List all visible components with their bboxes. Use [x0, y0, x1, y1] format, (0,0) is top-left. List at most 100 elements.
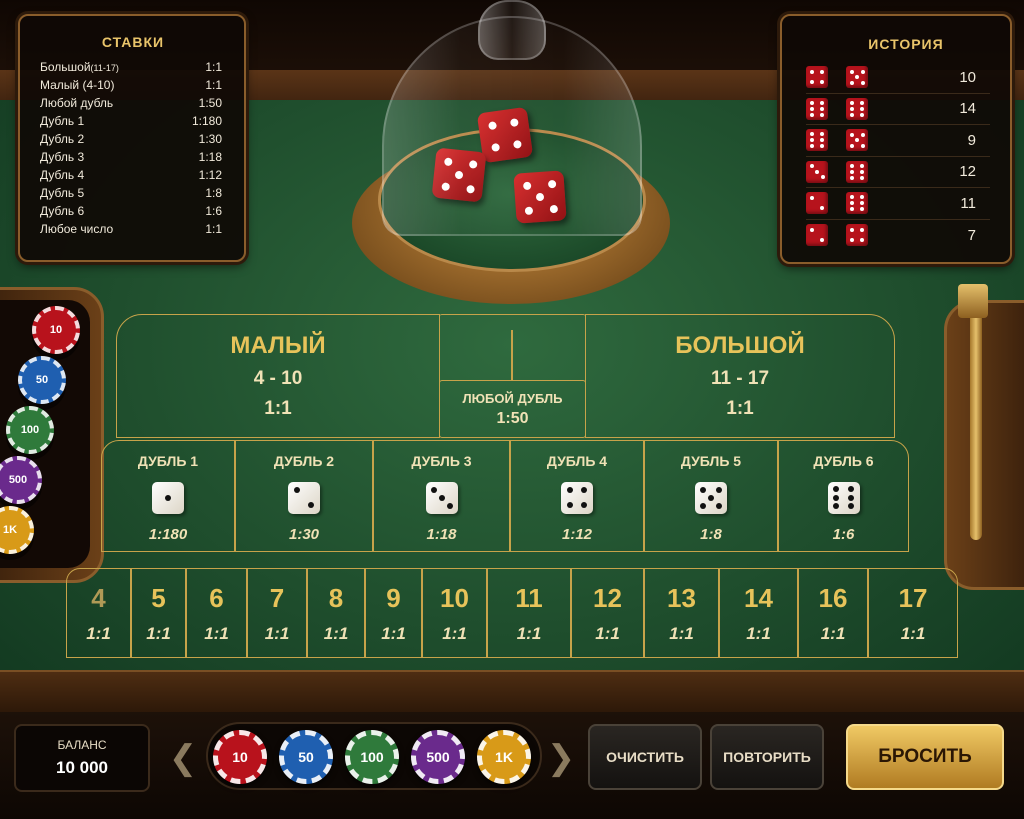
white-die-icon	[827, 481, 860, 514]
bet-double-1[interactable]: ДУБЛЬ 1 1:180	[101, 440, 235, 552]
double-label: ДУБЛЬ 4	[546, 453, 608, 469]
stake-row: Любое число 1:1	[40, 220, 222, 238]
lever-stick	[970, 300, 982, 540]
bet-small-title: МАЛЫЙ	[230, 332, 326, 359]
sum-number: 17	[898, 582, 928, 613]
stake-row: Любой дубль 1:50	[40, 94, 222, 112]
chip-stack-100[interactable]: 100	[6, 406, 54, 454]
chip-10-button[interactable]: 10	[213, 730, 267, 784]
stake-odds: 1:18	[198, 150, 222, 164]
bet-sum-16[interactable]: 16 1:1	[798, 568, 868, 658]
chip-500-button[interactable]: 500	[411, 730, 465, 784]
sum-number: 9	[386, 582, 401, 613]
bet-sum-12[interactable]: 12 1:1	[571, 568, 644, 658]
any-double-top	[439, 314, 586, 384]
repeat-button[interactable]: ПОВТОРИТЬ	[710, 724, 824, 790]
red-die-icon	[806, 224, 828, 247]
chip-stack-10[interactable]: 10	[32, 306, 80, 354]
history-total: 9	[967, 131, 976, 149]
history-panel: ИСТОРИЯ 10 14 9 12 11 7	[780, 14, 1012, 264]
stake-odds: 1:30	[198, 132, 222, 146]
double-odds: 1:6	[832, 526, 855, 543]
sum-number: 13	[667, 582, 696, 613]
chip-50-button[interactable]: 50	[279, 730, 333, 784]
history-total: 14	[959, 100, 976, 118]
red-die-icon	[806, 160, 828, 183]
table-edge	[0, 670, 1024, 715]
sum-odds: 1:1	[820, 623, 846, 643]
bet-small[interactable]: МАЛЫЙ 4 - 10 1:1	[116, 314, 440, 438]
bet-small-odds: 1:1	[264, 398, 292, 419]
roll-button[interactable]: БРОСИТЬ	[846, 724, 1004, 790]
bet-double-2[interactable]: ДУБЛЬ 2 1:30	[235, 440, 373, 552]
red-die-icon	[846, 129, 868, 152]
bet-sum-4[interactable]: 4 1:1	[66, 568, 131, 658]
stake-name: Дубль 3	[40, 150, 85, 164]
sum-odds: 1:1	[381, 623, 406, 643]
red-die-icon	[846, 192, 868, 215]
stake-row: Дубль 1 1:180	[40, 112, 222, 130]
sum-odds: 1:1	[86, 623, 111, 643]
history-row: 11	[806, 188, 990, 220]
red-die-icon	[806, 129, 828, 152]
stake-name: Малый (4-10)	[40, 78, 115, 92]
bet-double-3[interactable]: ДУБЛЬ 3 1:18	[373, 440, 510, 552]
balance-value: 10 000	[56, 758, 108, 777]
stake-row: Дубль 4 1:12	[40, 166, 222, 184]
stake-label: Большой(11-17)	[40, 58, 119, 76]
sum-number: 8	[328, 582, 344, 613]
bet-sum-13[interactable]: 13 1:1	[644, 568, 719, 658]
stake-name: Любое число	[40, 222, 114, 236]
stake-row: Дубль 2 1:30	[40, 130, 222, 148]
bet-sum-14[interactable]: 14 1:1	[719, 568, 798, 658]
history-row: 10	[806, 62, 990, 94]
chevron-right-icon[interactable]: ❯	[546, 734, 576, 782]
sum-odds: 1:1	[516, 623, 542, 643]
bet-sum-9[interactable]: 9 1:1	[365, 568, 422, 658]
bet-double-6[interactable]: ДУБЛЬ 6 1:6	[778, 440, 909, 552]
stake-row: Большой(11-17) 1:1	[40, 58, 222, 76]
sum-number: 6	[209, 582, 224, 613]
red-die-icon	[806, 192, 828, 215]
red-die-icon	[846, 160, 868, 183]
sum-odds: 1:1	[442, 623, 467, 643]
bet-sum-5[interactable]: 5 1:1	[131, 568, 186, 658]
history-total: 12	[959, 163, 976, 181]
stake-odds: 1:1	[205, 222, 222, 236]
bet-sum-8[interactable]: 8 1:1	[307, 568, 365, 658]
bet-big[interactable]: БОЛЬШОЙ 11 - 17 1:1	[585, 314, 895, 438]
bet-big-range: 11 - 17	[710, 368, 770, 389]
double-odds: 1:180	[148, 526, 188, 543]
chip-100-button[interactable]: 100	[345, 730, 399, 784]
stake-name: Любой дубль	[40, 96, 114, 110]
bet-any-double[interactable]: ЛЮБОЙ ДУБЛЬ 1:50	[439, 380, 586, 438]
red-die-icon	[806, 97, 828, 120]
stake-row: Дубль 6 1:6	[40, 202, 222, 220]
lever-rail	[944, 300, 1024, 590]
bet-sum-7[interactable]: 7 1:1	[247, 568, 307, 658]
sum-odds: 1:1	[323, 623, 349, 643]
bet-sum-17[interactable]: 17 1:1	[868, 568, 958, 658]
bet-double-5[interactable]: ДУБЛЬ 5 1:8	[644, 440, 778, 552]
history-row: 9	[806, 125, 990, 157]
sum-odds: 1:1	[595, 623, 620, 643]
chip-stack-50[interactable]: 50	[18, 356, 66, 404]
stakes-title: СТАВКИ	[101, 34, 165, 50]
double-odds: 1:30	[288, 526, 320, 543]
bet-double-4[interactable]: ДУБЛЬ 4 1:12	[510, 440, 644, 552]
stake-name: Дубль 1	[40, 114, 85, 128]
chevron-left-icon[interactable]: ❮	[168, 734, 198, 782]
clear-button[interactable]: ОЧИСТИТЬ	[588, 724, 702, 790]
white-die-icon	[425, 481, 458, 514]
stake-row: Дубль 3 1:18	[40, 148, 222, 166]
bet-sum-6[interactable]: 6 1:1	[186, 568, 247, 658]
history-list: 10 14 9 12 11 7	[806, 62, 990, 251]
bet-sum-11[interactable]: 11 1:1	[487, 568, 571, 658]
divider	[511, 330, 513, 380]
stake-odds: 1:180	[191, 114, 222, 128]
white-die-icon	[288, 481, 320, 514]
history-total: 10	[959, 68, 976, 86]
bet-sum-10[interactable]: 10 1:1	[422, 568, 487, 658]
chip-1k-button[interactable]: 1K	[477, 730, 531, 784]
lever-cap	[958, 284, 988, 318]
